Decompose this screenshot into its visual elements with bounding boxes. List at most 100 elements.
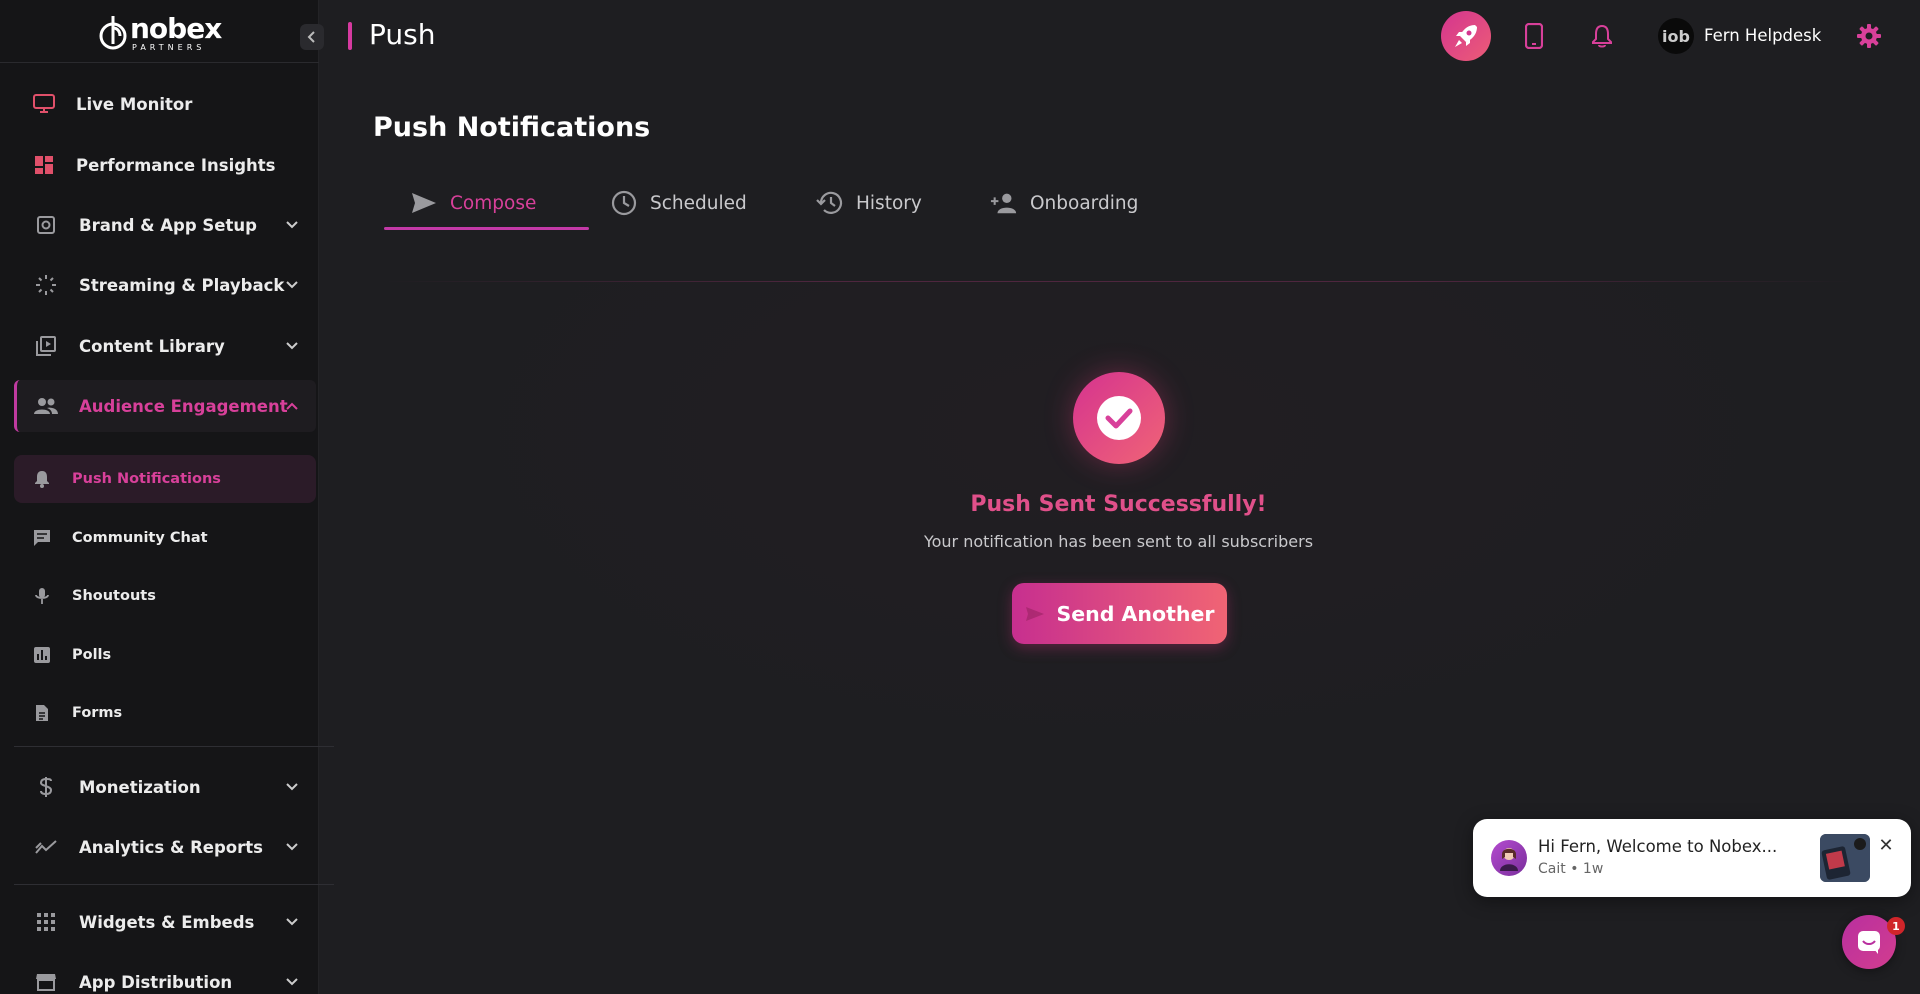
send-icon: [1024, 603, 1046, 625]
gear-icon[interactable]: [1856, 23, 1882, 49]
sidebar-subitem-label: Shoutouts: [72, 588, 156, 604]
page-header-title: Push: [369, 18, 436, 51]
sidebar-item-analytics-reports[interactable]: Analytics & Reports: [14, 829, 316, 865]
poll-icon: [32, 645, 52, 665]
chat-separator: •: [1570, 861, 1583, 877]
sidebar-item-label: App Distribution: [79, 972, 233, 992]
chat-meta: Cait • 1w: [1538, 861, 1603, 877]
tab-scheduled[interactable]: Scheduled: [610, 178, 747, 228]
launch-button[interactable]: [1441, 11, 1491, 61]
sidebar-subitem-shoutouts[interactable]: Shoutouts: [14, 572, 316, 620]
collapse-sidebar-button[interactable]: [300, 24, 324, 50]
sidebar-item-widgets-embeds[interactable]: Widgets & Embeds: [14, 904, 316, 940]
sidebar-item-label: Performance Insights: [76, 155, 276, 175]
sidebar-item-label: Audience Engagement: [79, 396, 288, 416]
chevron-down-icon: [286, 918, 298, 926]
sidebar-item-label: Widgets & Embeds: [79, 912, 255, 932]
form-icon: [32, 703, 52, 723]
sidebar-item-brand-app-setup[interactable]: Brand & App Setup: [14, 207, 316, 243]
clock-icon: [610, 189, 638, 217]
chat-thumbnail-image: [1820, 834, 1870, 882]
store-icon: [34, 970, 58, 994]
chevron-down-icon: [286, 221, 298, 229]
sidebar-item-app-distribution[interactable]: App Distribution: [14, 964, 316, 994]
sidebar-item-content-library[interactable]: Content Library: [14, 328, 316, 364]
brand-name: nobex: [130, 11, 222, 45]
chat-time: 1w: [1582, 861, 1604, 877]
phone-icon: [1525, 23, 1543, 49]
chat-author: Cait: [1538, 861, 1566, 877]
streaming-icon: [34, 273, 58, 297]
bell-icon: [32, 469, 52, 489]
sidebar-item-label: Monetization: [79, 777, 201, 797]
app-setup-icon: [34, 213, 58, 237]
tab-history[interactable]: History: [816, 178, 922, 228]
nobex-logo-mark-icon: [99, 16, 127, 50]
active-tab-indicator: [384, 227, 589, 230]
sidebar-subitem-label: Push Notifications: [72, 471, 221, 487]
person-icon: [1500, 848, 1518, 871]
sidebar-subitem-label: Polls: [72, 647, 112, 663]
page-title: Push Notifications: [373, 112, 651, 143]
chevron-down-icon: [286, 281, 298, 289]
chevron-up-icon: [286, 402, 298, 410]
tab-label: Compose: [450, 192, 537, 214]
microphone-icon: [32, 586, 52, 606]
sidebar-item-performance-insights[interactable]: Performance Insights: [14, 147, 316, 183]
monitor-icon: [32, 92, 56, 116]
brand-tagline: PARTNERS: [132, 42, 206, 52]
chat-message-preview[interactable]: Hi Fern, Welcome to Nobex... Cait • 1w ✕: [1473, 819, 1911, 897]
sidebar-subitem-forms[interactable]: Forms: [14, 689, 316, 737]
sidebar-item-label: Streaming & Playback: [79, 275, 285, 295]
sidebar-item-monetization[interactable]: Monetization: [14, 769, 316, 805]
sidebar-item-label: Live Monitor: [76, 94, 193, 114]
chevron-left-icon: [307, 31, 315, 43]
divider: [14, 746, 334, 747]
sidebar-subitem-polls[interactable]: Polls: [14, 631, 316, 679]
send-another-button[interactable]: Send Another: [1012, 583, 1227, 644]
tab-compose[interactable]: Compose: [410, 178, 536, 228]
rocket-icon: [1455, 25, 1477, 47]
history-icon: [816, 189, 844, 217]
dollar-icon: [34, 775, 58, 799]
sidebar-item-label: Content Library: [79, 336, 225, 356]
chevron-down-icon: [286, 342, 298, 350]
tab-onboarding[interactable]: Onboarding: [990, 178, 1138, 228]
divider: [14, 884, 334, 885]
brand-logo[interactable]: nobex PARTNERS: [98, 11, 222, 52]
tab-label: Onboarding: [1030, 192, 1139, 214]
sidebar-subitem-label: Forms: [72, 705, 123, 721]
chevron-down-icon: [286, 978, 298, 986]
dashboard-icon: [32, 153, 56, 177]
user-name[interactable]: Fern Helpdesk: [1704, 26, 1821, 45]
device-preview-button[interactable]: [1509, 11, 1559, 61]
send-icon: [410, 189, 438, 217]
chevron-down-icon: [286, 783, 298, 791]
send-another-label: Send Another: [1056, 601, 1215, 626]
sidebar-item-audience-engagement[interactable]: Audience Engagement: [14, 380, 316, 432]
chevron-down-icon: [286, 843, 298, 851]
chat-unread-badge: 1: [1887, 917, 1905, 935]
sidebar-item-label: Analytics & Reports: [79, 837, 263, 857]
avatar: [1491, 840, 1527, 876]
grid-icon: [34, 910, 58, 934]
sidebar-item-live-monitor[interactable]: Live Monitor: [14, 86, 316, 122]
notifications-button[interactable]: [1577, 11, 1627, 61]
close-icon[interactable]: ✕: [1876, 835, 1896, 856]
check-circle-icon: [1097, 396, 1141, 440]
tab-label: History: [856, 192, 922, 214]
success-message: Your notification has been sent to all s…: [923, 532, 1314, 551]
chat-icon: [1858, 931, 1880, 954]
success-badge: [1073, 372, 1165, 464]
person-add-icon: [990, 189, 1018, 217]
analytics-icon: [34, 835, 58, 859]
success-title: Push Sent Successfully!: [970, 492, 1267, 517]
chat-message-text: Hi Fern, Welcome to Nobex...: [1538, 837, 1778, 856]
avatar[interactable]: iob: [1658, 18, 1694, 54]
bell-icon: [1592, 24, 1612, 48]
tab-label: Scheduled: [650, 192, 747, 214]
header-accent-bar: [348, 22, 352, 50]
divider: [0, 62, 319, 63]
sidebar-item-streaming-playback[interactable]: Streaming & Playback: [14, 267, 316, 303]
sidebar-item-label: Brand & App Setup: [79, 215, 257, 235]
